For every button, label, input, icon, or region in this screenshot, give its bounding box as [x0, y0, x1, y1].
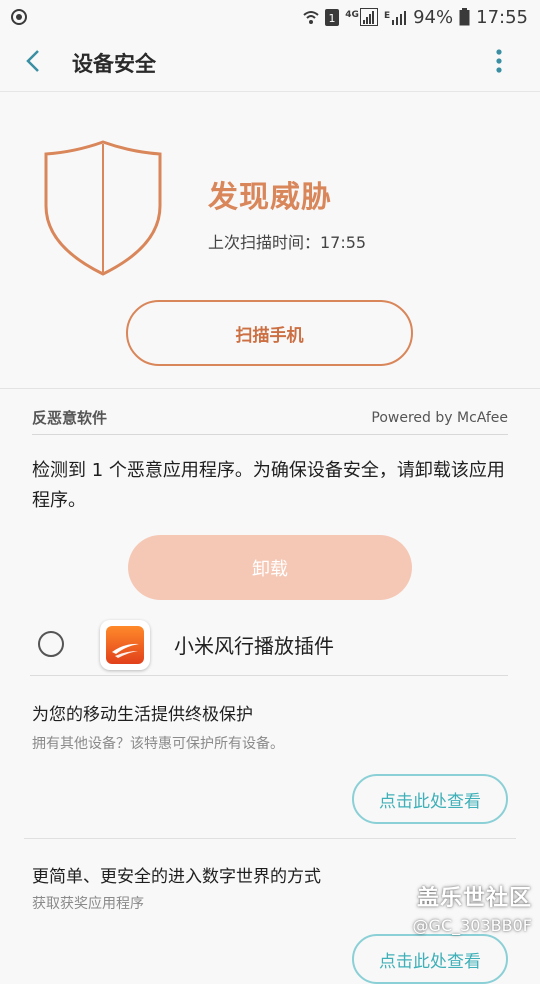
- status-bar: 1 4G E 94% 17:55: [0, 0, 540, 34]
- wifi-icon: [303, 9, 319, 25]
- more-vert-icon: [496, 49, 502, 77]
- promo-title: 为您的移动生活提供终极保护: [32, 705, 253, 725]
- app-name: 小米风行播放插件: [174, 634, 334, 658]
- app-select-radio[interactable]: [38, 631, 64, 657]
- network-type-label: 4G: [345, 10, 359, 20]
- detection-description: 检测到 1 个恶意应用程序。为确保设备安全，请卸载该应用程序。: [32, 460, 505, 511]
- back-button[interactable]: [6, 34, 60, 92]
- view-offer-button[interactable]: 点击此处查看: [352, 774, 508, 824]
- back-chevron-icon: [25, 49, 41, 77]
- scan-phone-button[interactable]: 扫描手机: [126, 300, 413, 366]
- malicious-app-item[interactable]: 小米风行播放插件: [30, 614, 508, 676]
- page-title: 设备安全: [72, 51, 156, 76]
- powered-by-label: Powered by McAfee: [371, 409, 508, 426]
- svg-text:1: 1: [329, 12, 336, 25]
- watermark-user: @GC_303BB0F: [412, 916, 532, 935]
- clock: 17:55: [476, 6, 528, 28]
- sim-icon: 1: [325, 8, 340, 26]
- watermark: 盖乐世社区 @GC_303BB0F: [413, 880, 532, 935]
- view-offer-button[interactable]: 点击此处查看: [352, 934, 508, 984]
- shield-icon: [42, 140, 164, 277]
- app-icon: [100, 620, 150, 670]
- promo-subtitle: 拥有其他设备？该特惠可保护所有设备。: [32, 736, 284, 752]
- signal-icon: E: [384, 9, 407, 25]
- promo-subtitle: 获取获奖应用程序: [32, 896, 144, 912]
- last-scan-time: 上次扫描时间：17:55: [208, 233, 367, 252]
- threat-status-title: 发现威胁: [208, 180, 332, 215]
- battery-percent: 94%: [413, 6, 454, 28]
- battery-icon: [459, 8, 470, 26]
- signal-icon: 4G: [345, 8, 378, 26]
- watermark-title: 盖乐世社区: [416, 886, 532, 911]
- network-type-label: E: [383, 11, 391, 21]
- section-header-anti-malware: 反恶意软件 Powered by McAfee: [32, 407, 508, 435]
- section-title: 反恶意软件: [32, 409, 108, 427]
- sync-icon: [10, 8, 28, 26]
- divider: [24, 838, 516, 839]
- app-bar: 设备安全: [0, 34, 540, 92]
- divider: [0, 388, 540, 389]
- uninstall-button[interactable]: 卸载: [128, 535, 412, 600]
- more-options-button[interactable]: [484, 48, 514, 78]
- promo-title: 更简单、更安全的进入数字世界的方式: [32, 867, 321, 887]
